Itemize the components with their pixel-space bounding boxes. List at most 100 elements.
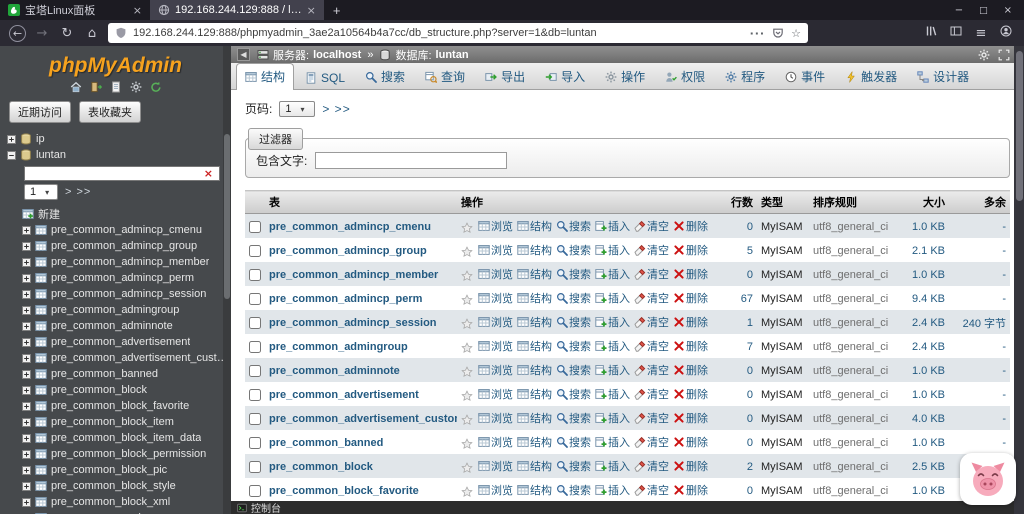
action-insert[interactable]: 插入 — [595, 290, 630, 306]
row-checkbox[interactable] — [249, 437, 261, 449]
table-name-link[interactable]: pre_common_admincp_group — [269, 245, 427, 257]
table-name-link[interactable]: pre_common_advertisement_custom — [269, 413, 457, 425]
row-checkbox[interactable] — [249, 389, 261, 401]
page-actions-icon[interactable]: ··· — [750, 27, 766, 40]
action-empty[interactable]: 清空 — [634, 362, 669, 378]
favorite-star-icon[interactable] — [461, 438, 473, 450]
header-rows[interactable]: 行数 — [713, 191, 757, 214]
nav-more-pages-link[interactable]: > >> — [65, 186, 91, 198]
action-insert[interactable]: 插入 — [595, 218, 630, 234]
tab-operations[interactable]: 操作 — [596, 63, 654, 89]
table-size[interactable]: 9.4 KB — [899, 286, 949, 310]
menu-icon[interactable]: ≡ — [972, 25, 990, 42]
account-icon[interactable] — [997, 25, 1015, 41]
header-collation[interactable]: 排序规则 — [809, 191, 899, 214]
expand-icon[interactable] — [22, 306, 31, 315]
table-size[interactable]: 1.0 KB — [899, 382, 949, 406]
action-browse[interactable]: 浏览 — [478, 434, 513, 450]
address-bar[interactable]: 192.168.244.129:888/phpmyadmin_3ae2a1056… — [108, 23, 808, 43]
action-drop[interactable]: 删除 — [673, 458, 708, 474]
settings-icon[interactable] — [130, 81, 142, 93]
action-insert[interactable]: 插入 — [595, 266, 630, 282]
expand-icon[interactable] — [998, 49, 1010, 61]
bookmark-star-icon[interactable]: ☆ — [791, 27, 801, 40]
action-insert[interactable]: 插入 — [595, 386, 630, 402]
action-search[interactable]: 搜索 — [556, 458, 591, 474]
row-checkbox[interactable] — [249, 245, 261, 257]
tab-export[interactable]: 导出 — [476, 63, 534, 89]
action-drop[interactable]: 删除 — [673, 218, 708, 234]
tab-triggers[interactable]: 触发器 — [836, 63, 906, 89]
minimize-button[interactable]: − — [955, 5, 963, 16]
nav-table-item[interactable]: pre_common_advertisement — [22, 334, 231, 350]
action-structure[interactable]: 结构 — [517, 266, 552, 282]
action-drop[interactable]: 删除 — [673, 266, 708, 282]
sidebars-icon[interactable] — [947, 25, 965, 41]
expand-icon[interactable] — [22, 450, 31, 459]
action-structure[interactable]: 结构 — [517, 362, 552, 378]
tree-database-luntan[interactable]: luntan — [7, 147, 231, 163]
new-tab-button[interactable]: + — [324, 0, 350, 20]
table-name-link[interactable]: pre_common_admingroup — [269, 341, 408, 353]
sidebar-scrollbar-thumb[interactable] — [224, 134, 230, 299]
forward-button[interactable]: → — [33, 25, 51, 42]
action-structure[interactable]: 结构 — [517, 218, 552, 234]
action-search[interactable]: 搜索 — [556, 242, 591, 258]
expand-icon[interactable] — [22, 242, 31, 251]
expand-icon[interactable] — [22, 258, 31, 267]
nav-table-item[interactable]: pre_common_block_style — [22, 478, 231, 494]
header-size[interactable]: 大小 — [899, 191, 949, 214]
pig-overlay[interactable] — [960, 453, 1016, 505]
row-checkbox[interactable] — [249, 221, 261, 233]
collapse-navigation-icon[interactable]: ◀ — [237, 48, 250, 61]
pocket-icon[interactable] — [772, 27, 784, 39]
action-empty[interactable]: 清空 — [634, 434, 669, 450]
action-browse[interactable]: 浏览 — [478, 338, 513, 354]
favorite-star-icon[interactable] — [461, 270, 473, 282]
expand-icon[interactable] — [22, 466, 31, 475]
action-drop[interactable]: 删除 — [673, 290, 708, 306]
action-search[interactable]: 搜索 — [556, 410, 591, 426]
expand-icon[interactable] — [22, 402, 31, 411]
action-search[interactable]: 搜索 — [556, 314, 591, 330]
back-button[interactable]: ← — [9, 25, 26, 42]
action-browse[interactable]: 浏览 — [478, 242, 513, 258]
table-name-link[interactable]: pre_common_block — [269, 461, 373, 473]
expand-icon[interactable] — [22, 482, 31, 491]
contains-word-input[interactable] — [315, 152, 507, 169]
tab-routines[interactable]: 程序 — [716, 63, 774, 89]
action-insert[interactable]: 插入 — [595, 458, 630, 474]
action-insert[interactable]: 插入 — [595, 242, 630, 258]
nav-table-item[interactable]: pre_common_block_xml — [22, 494, 231, 510]
table-size[interactable]: 4.0 KB — [899, 406, 949, 430]
action-structure[interactable]: 结构 — [517, 410, 552, 426]
action-structure[interactable]: 结构 — [517, 290, 552, 306]
row-checkbox[interactable] — [249, 293, 261, 305]
action-structure[interactable]: 结构 — [517, 458, 552, 474]
action-empty[interactable]: 清空 — [634, 458, 669, 474]
action-empty[interactable]: 清空 — [634, 338, 669, 354]
table-size[interactable]: 2.1 KB — [899, 238, 949, 262]
action-structure[interactable]: 结构 — [517, 242, 552, 258]
browser-tab-phpmyadmin[interactable]: 192.168.244.129:888 / l… × — [150, 0, 324, 20]
action-drop[interactable]: 删除 — [673, 338, 708, 354]
action-search[interactable]: 搜索 — [556, 386, 591, 402]
reload-navigation-icon[interactable] — [150, 81, 162, 93]
table-size[interactable]: 2.5 KB — [899, 454, 949, 478]
tab-search[interactable]: 搜索 — [356, 63, 414, 89]
table-size[interactable]: 1.0 KB — [899, 214, 949, 239]
tab-designer[interactable]: 设计器 — [908, 63, 978, 89]
action-browse[interactable]: 浏览 — [478, 482, 513, 498]
page-scrollbar[interactable] — [1014, 46, 1024, 514]
action-browse[interactable]: 浏览 — [478, 290, 513, 306]
url-text[interactable]: 192.168.244.129:888/phpmyadmin_3ae2a1056… — [133, 27, 744, 39]
table-name-link[interactable]: pre_common_admincp_member — [269, 269, 438, 281]
action-search[interactable]: 搜索 — [556, 362, 591, 378]
action-drop[interactable]: 删除 — [673, 434, 708, 450]
favorite-star-icon[interactable] — [461, 246, 473, 258]
pma-logo[interactable]: phpMyAdmin — [0, 46, 231, 79]
tree-database-ip[interactable]: ip — [7, 131, 231, 147]
nav-table-item[interactable]: pre_common_block_item_data — [22, 430, 231, 446]
table-size[interactable]: 1.0 KB — [899, 478, 949, 502]
home-icon[interactable] — [70, 81, 82, 93]
